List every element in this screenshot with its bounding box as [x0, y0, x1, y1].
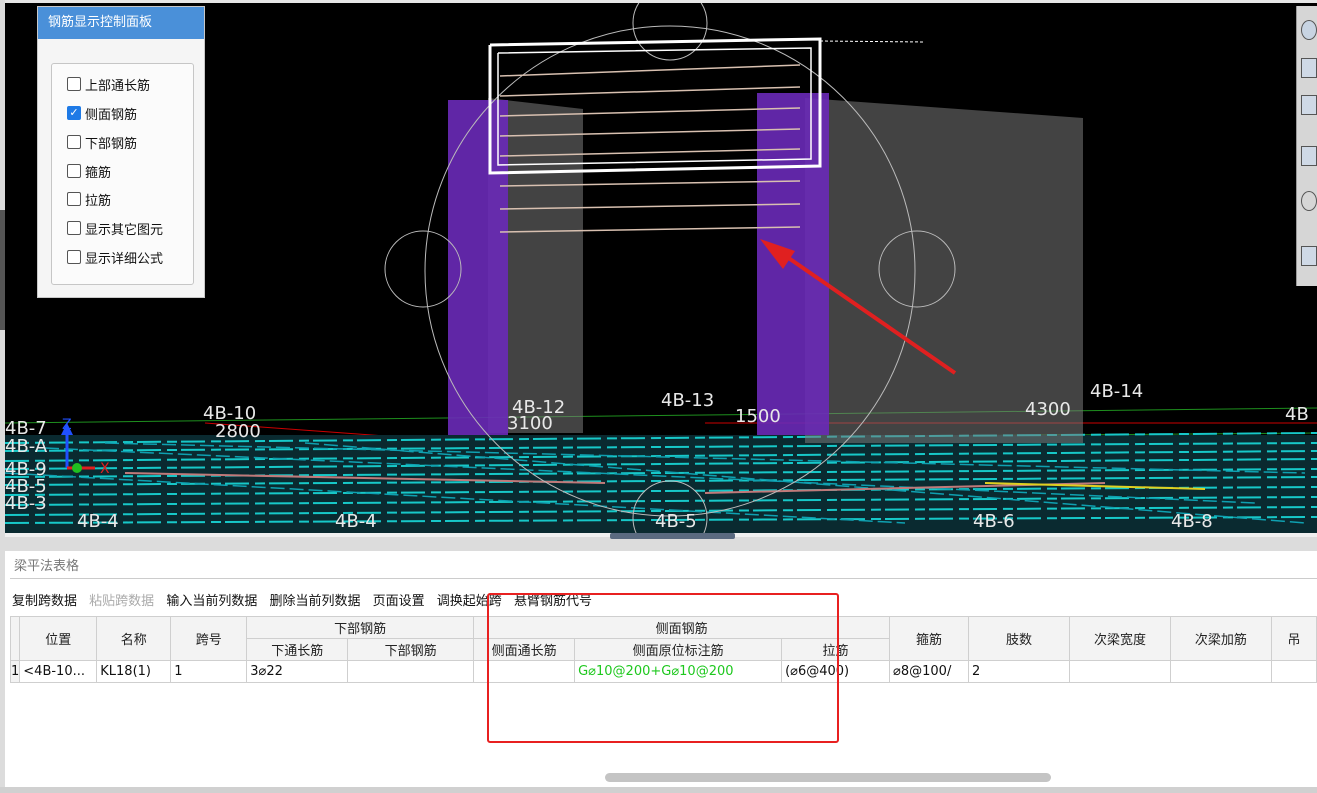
delete-column-data-button[interactable]: 删除当前列数据 [269, 594, 360, 609]
axis-label: 4B-4 [77, 511, 119, 532]
axis-label: 4B-8 [1171, 511, 1213, 532]
option-show-other-elements[interactable]: 显示其它图元 [67, 218, 163, 238]
checkbox[interactable] [67, 164, 81, 178]
option-label: 箍筋 [85, 165, 112, 181]
cell-hang[interactable] [1270, 660, 1317, 683]
option-list: 上部通长筋 ✓ 侧面钢筋 下部钢筋 箍筋 拉筋 显示其它图元 显示详细公式 [51, 63, 194, 285]
rotate-handle-top[interactable] [632, 3, 708, 61]
axis-label: 4B [1285, 404, 1309, 425]
axis-label: 4B-13 [661, 390, 714, 411]
option-show-detail-formula[interactable]: 显示详细公式 [67, 247, 163, 267]
col-position[interactable]: 位置 [19, 616, 98, 661]
option-label: 上部通长筋 [85, 78, 151, 94]
cell-span[interactable]: 1 [170, 660, 248, 683]
paste-span-data-button[interactable]: 粘贴跨数据 [89, 594, 154, 609]
cell-legs[interactable]: 2 [968, 660, 1070, 683]
checkbox[interactable] [67, 221, 81, 235]
cell-bottom-through[interactable]: 3⌀22 [246, 660, 349, 683]
option-label: 拉筋 [85, 193, 112, 209]
checkbox-checked[interactable]: ✓ [67, 106, 81, 120]
copy-span-data-button[interactable]: 复制跨数据 [12, 594, 77, 609]
axis-label: 4B-5 [655, 511, 697, 532]
checkbox[interactable] [67, 192, 81, 206]
dimension-label: 3100 [507, 413, 553, 434]
3d-viewport[interactable]: Z X 4B-7 4B-A 4B-9 4B-5 4B-3 4B-10 4B-12… [5, 3, 1317, 533]
dimension-label: 2800 [215, 421, 261, 442]
highlight-box [487, 593, 839, 743]
option-stirrup[interactable]: 箍筋 [67, 161, 111, 181]
dimension-label: 4300 [1025, 399, 1071, 420]
zoom-icon[interactable] [1301, 20, 1317, 40]
checkbox[interactable] [67, 250, 81, 264]
rebar-display-control-panel: 钢筋显示控制面板 上部通长筋 ✓ 侧面钢筋 下部钢筋 箍筋 拉筋 显示其它图元 显… [37, 6, 205, 298]
col-secondary-beam-add[interactable]: 次梁加筋 [1169, 616, 1272, 661]
col-bottom-through[interactable]: 下通长筋 [246, 638, 349, 661]
status-strip [0, 787, 1317, 793]
view-3d-icon[interactable] [1301, 95, 1317, 115]
axis-label: 4B-4 [335, 511, 377, 532]
col-secondary-beam-width[interactable]: 次梁宽度 [1068, 616, 1171, 661]
axis-label: 4B-3 [5, 493, 47, 514]
view-top-icon[interactable] [1301, 58, 1317, 78]
cell-position[interactable]: <4B-10... [19, 660, 98, 683]
col-name[interactable]: 名称 [96, 616, 172, 661]
axis-label: 4B-14 [1090, 381, 1143, 402]
axis-z-label: Z [62, 417, 72, 433]
orbit-icon[interactable] [1301, 191, 1317, 211]
option-label: 侧面钢筋 [85, 107, 138, 123]
axis-label: 4B-A [5, 436, 48, 457]
view-toolbar [1296, 6, 1317, 286]
page-setup-button[interactable]: 页面设置 [373, 594, 425, 609]
divider [10, 578, 1317, 579]
row-index: 1 [9, 660, 21, 683]
dimension-label: 1500 [735, 406, 781, 427]
option-bottom-rebar[interactable]: 下部钢筋 [67, 132, 137, 152]
column-right [757, 93, 829, 435]
cell-stirrup[interactable]: ⌀8@100/ [889, 660, 970, 683]
col-group-bottom-rebar: 下部钢筋 [246, 616, 475, 639]
checkbox[interactable] [67, 77, 81, 91]
axis-label: 4B-6 [973, 511, 1015, 532]
row-header-corner [9, 616, 21, 661]
panel-title: 梁平法表格 [14, 559, 80, 574]
option-label: 显示详细公式 [85, 251, 164, 267]
wall-right [805, 98, 1083, 443]
cell-secondary-beam-width[interactable] [1068, 660, 1171, 683]
col-stirrup[interactable]: 箍筋 [889, 616, 970, 661]
input-column-data-button[interactable]: 输入当前列数据 [166, 594, 257, 609]
splitter-grip[interactable] [610, 533, 735, 539]
cell-name[interactable]: KL18(1) [96, 660, 172, 683]
checkbox[interactable] [67, 135, 81, 149]
option-side-rebar[interactable]: ✓ 侧面钢筋 [67, 103, 137, 123]
axis-x-label: X [100, 461, 110, 477]
option-top-through-rebar[interactable]: 上部通长筋 [67, 74, 150, 94]
cell-bottom-rebar[interactable] [347, 660, 475, 683]
ruler-icon[interactable] [1301, 246, 1317, 266]
col-bottom-rebar[interactable]: 下部钢筋 [347, 638, 475, 661]
col-hang[interactable]: 吊 [1270, 616, 1317, 661]
panel-title: 钢筋显示控制面板 [38, 7, 204, 39]
col-span[interactable]: 跨号 [170, 616, 248, 661]
cell-secondary-beam-add[interactable] [1169, 660, 1272, 683]
col-legs[interactable]: 肢数 [968, 616, 1070, 661]
horizontal-scrollbar[interactable] [605, 773, 1051, 782]
option-tie-bar[interactable]: 拉筋 [67, 189, 111, 209]
option-label: 下部钢筋 [85, 136, 138, 152]
option-label: 显示其它图元 [85, 222, 164, 238]
view-box-icon[interactable] [1301, 146, 1317, 166]
panel-splitter[interactable] [5, 533, 1317, 551]
